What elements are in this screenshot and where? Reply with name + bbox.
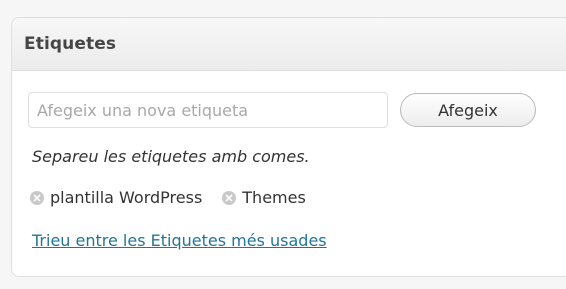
add-tag-button[interactable]: Afegeix <box>400 93 536 127</box>
new-tag-input[interactable] <box>28 92 388 128</box>
tags-meta-box: Etiquetes Afegeix Separeu les etiquetes … <box>11 17 566 277</box>
remove-circle-icon[interactable] <box>222 190 237 205</box>
meta-box-title: Etiquetes <box>24 34 117 54</box>
tag-separator-hint: Separeu les etiquetes amb comes. <box>32 147 310 166</box>
tag-checklist: plantilla WordPress Themes <box>30 188 326 207</box>
remove-circle-icon[interactable] <box>30 190 44 205</box>
tag-item: Themes <box>222 188 306 207</box>
tag-item: plantilla WordPress <box>30 188 202 207</box>
meta-box-header[interactable]: Etiquetes <box>12 18 566 71</box>
most-used-tags-link[interactable]: Trieu entre les Etiquetes més usades <box>32 231 327 250</box>
tag-label: plantilla WordPress <box>50 188 203 207</box>
tag-label: Themes <box>242 188 306 207</box>
